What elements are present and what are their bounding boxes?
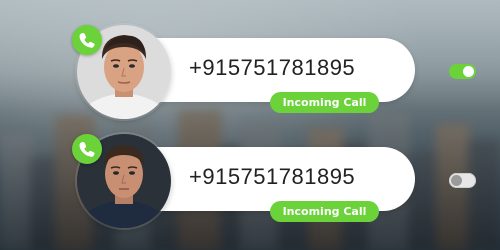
call-toggle-switch[interactable] (449, 64, 476, 79)
phone-icon (72, 134, 102, 164)
call-toggle-switch[interactable] (449, 173, 476, 188)
incoming-call-badge: Incoming Call (270, 92, 379, 113)
phone-icon (72, 25, 102, 55)
toggle-knob (463, 66, 474, 77)
incoming-call-card[interactable]: +915751781895 Incoming Call (0, 128, 500, 228)
incoming-call-badge: Incoming Call (270, 201, 379, 222)
caller-phone-number: +915751781895 (189, 164, 356, 189)
caller-phone-number: +915751781895 (189, 55, 356, 80)
incoming-call-card[interactable]: +915751781895 Incoming Call (0, 19, 500, 119)
toggle-knob (451, 175, 462, 186)
